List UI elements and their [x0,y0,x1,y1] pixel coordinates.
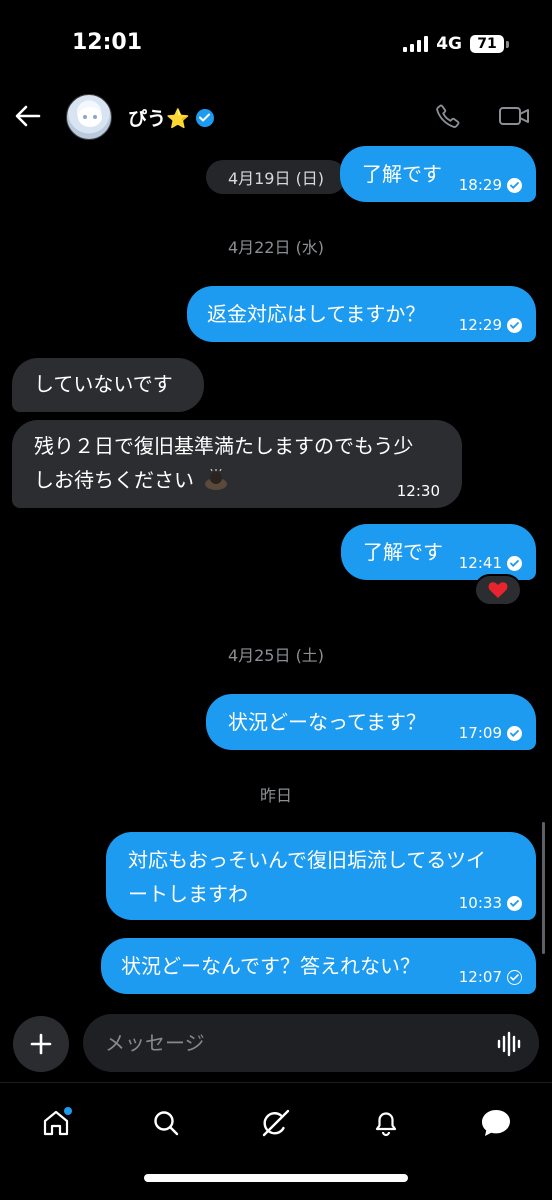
verified-badge-icon [195,108,214,127]
message-meta: 12:07 [459,968,522,986]
message-bubble-outgoing[interactable]: 了解です 18:29 [340,146,536,202]
plus-icon [30,1033,52,1055]
read-check-icon [507,895,522,911]
message-text: していないです [34,372,173,396]
message-bubble-outgoing[interactable]: 対応もおっそいんで復旧垢流してるツイ ートしますわ 10:33 [106,832,536,920]
message-reaction[interactable] [474,574,522,606]
bottom-navigation [0,1082,552,1162]
arrow-left-icon [15,105,41,127]
message-meta: 10:33 [459,894,522,912]
read-check-icon [507,725,522,741]
bowing-person-emoji-icon [205,469,228,490]
signal-icon [403,36,429,52]
bell-icon [375,1112,397,1137]
message-time: 18:29 [458,176,502,194]
heart-icon [488,582,508,598]
message-text: 了解です [362,162,442,186]
nav-home[interactable] [34,1101,78,1145]
grok-icon [262,1109,290,1137]
avatar-face [78,107,102,127]
message-meta: 18:29 [459,176,522,194]
message-time: 12:07 [458,968,502,986]
voice-message-button[interactable] [495,1030,523,1058]
message-bubble-incoming[interactable]: していないです [12,358,204,412]
battery-level: 71 [477,36,497,52]
message-text-line2: しお待ちください [34,468,194,492]
contact-name-row[interactable]: ぴう⭐️ [128,104,214,131]
message-time: 17:09 [458,724,502,742]
message-text-line1: 対応もおっそいんで復旧垢流してるツイ [128,848,486,872]
video-call-button[interactable] [494,98,534,134]
message-time: 12:41 [458,554,502,572]
message-input[interactable] [105,1014,475,1072]
back-button[interactable] [10,96,46,136]
message-bubble-outgoing[interactable]: 状況どーなってます？ 17:09 [206,694,536,750]
message-bubble-outgoing[interactable]: 返金対応はしてますか？ 12:29 [187,286,536,342]
status-indicators: 4G 71 [403,34,509,54]
dm-conversation-screen: 12:01 4G 71 ぴう⭐️ 4月19日 (日) 了解です 18:29 4月… [0,0,552,1200]
message-time: 12:29 [458,316,502,334]
battery-icon: 71 [470,35,509,53]
unread-dot [64,1107,72,1115]
nav-grok[interactable] [254,1101,298,1145]
message-bubble-incoming[interactable]: 残り２日で復旧基準満たしますのでもう少 しお待ちください 12:30 [12,420,462,508]
phone-icon [436,104,460,128]
read-check-icon [507,177,522,193]
message-composer [83,1014,539,1072]
date-separator: 昨日 [259,786,292,805]
contact-name: ぴう⭐️ [128,108,190,130]
read-check-icon [507,555,522,571]
nav-search[interactable] [144,1101,188,1145]
nav-messages[interactable] [474,1101,518,1145]
voice-call-button[interactable] [430,98,466,134]
video-camera-icon [499,107,529,125]
add-attachment-button[interactable] [13,1016,69,1072]
home-indicator [144,1174,408,1182]
message-text-line2: ートしますわ [128,882,248,906]
message-time: 10:33 [458,894,502,912]
message-meta: 17:09 [459,724,522,742]
date-separator: 4月25日 (土) [227,646,325,665]
message-text: 了解です [363,540,443,564]
message-text-line1: 残り２日で復旧基準満たしますのでもう少 [34,434,414,458]
chat-bubble-icon [482,1110,510,1136]
message-bubble-outgoing[interactable]: 状況どーなんです？答えれない？ 12:07 [101,938,536,994]
date-separator: 4月22日 (水) [227,238,325,257]
message-meta: 12:30 [397,482,440,500]
avatar[interactable] [66,94,112,140]
status-time: 12:01 [72,30,143,55]
message-meta: 12:29 [459,316,522,334]
nav-notifications[interactable] [364,1101,408,1145]
sent-check-icon [507,969,522,985]
message-text: 状況どーなんです？答えれない？ [121,954,420,978]
message-text: 返金対応はしてますか？ [207,302,426,326]
floating-date-pill: 4月19日 (日) [206,160,346,194]
message-time: 12:30 [396,482,440,500]
network-type: 4G [436,34,462,54]
scrollbar[interactable] [542,822,545,954]
read-check-icon [507,317,522,333]
message-text: 状況どーなってます？ [228,710,426,734]
message-bubble-outgoing[interactable]: 了解です 12:41 [341,524,536,580]
message-meta: 12:41 [459,554,522,572]
waveform-icon [497,1031,521,1057]
search-icon [154,1111,179,1136]
